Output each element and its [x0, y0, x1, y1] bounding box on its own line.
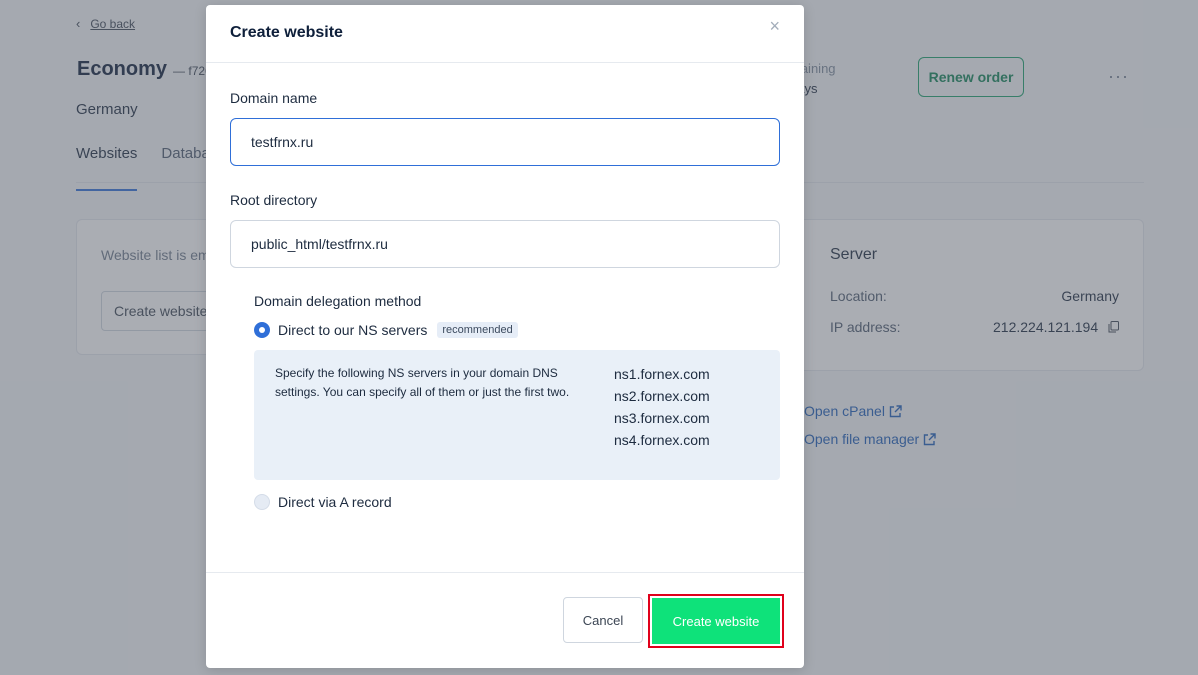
radio-unselected-icon[interactable]: [254, 494, 270, 510]
ns-description: Specify the following NS servers in your…: [275, 366, 570, 399]
ns-server-item: ns2.fornex.com: [614, 388, 710, 404]
radio-selected-icon[interactable]: [254, 322, 270, 338]
domain-name-label: Domain name: [230, 90, 318, 106]
root-directory-input[interactable]: [230, 220, 780, 268]
recommended-badge: recommended: [437, 322, 518, 338]
modal-title: Create website: [230, 24, 343, 41]
ns-servers-list: ns1.fornex.com ns2.fornex.com ns3.fornex…: [614, 363, 710, 451]
radio-option-ns-servers[interactable]: Direct to our NS servers recommended: [254, 322, 518, 338]
modal-footer: Cancel Create website: [206, 572, 804, 668]
root-directory-label: Root directory: [230, 192, 318, 208]
ns-server-item: ns4.fornex.com: [614, 432, 710, 448]
cancel-button[interactable]: Cancel: [563, 597, 643, 643]
create-website-modal: Create website × Domain name Root direct…: [206, 5, 804, 668]
modal-header: Create website ×: [206, 5, 804, 63]
domain-name-input[interactable]: [230, 118, 780, 166]
create-website-button[interactable]: Create website: [648, 594, 784, 648]
delegation-method-label: Domain delegation method: [254, 293, 422, 309]
option-a-label: Direct via A record: [278, 494, 392, 510]
ns-server-item: ns3.fornex.com: [614, 410, 710, 426]
option-ns-label: Direct to our NS servers: [278, 322, 428, 338]
radio-option-a-record[interactable]: Direct via A record: [254, 494, 392, 510]
ns-server-item: ns1.fornex.com: [614, 366, 710, 382]
close-icon[interactable]: ×: [769, 16, 780, 37]
ns-servers-info-box: Specify the following NS servers in your…: [254, 350, 780, 480]
create-website-label: Create website: [652, 598, 780, 644]
